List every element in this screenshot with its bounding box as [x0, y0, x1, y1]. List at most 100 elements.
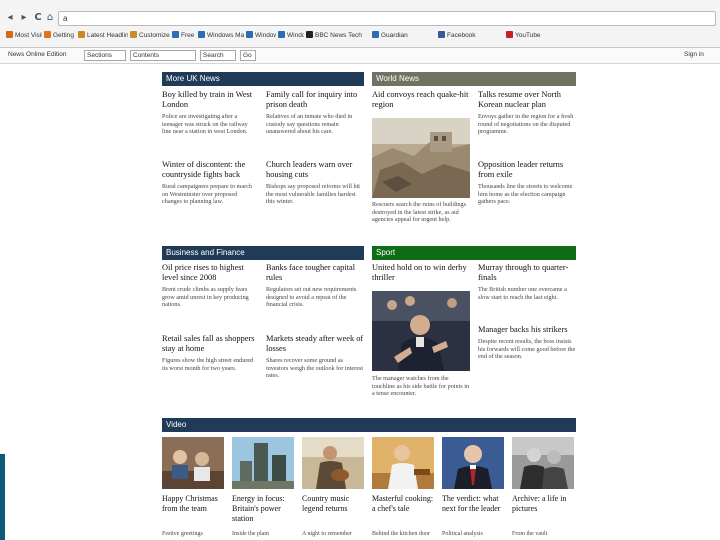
story-summary: Brent crude climbs as supply fears grow …	[162, 286, 249, 309]
bookmark-item[interactable]: Latest Headlines	[78, 30, 128, 42]
bookmark-item[interactable]: Windows	[278, 30, 304, 42]
video-thumbnail[interactable]	[162, 437, 224, 489]
video-header[interactable]: Video	[162, 418, 576, 432]
sport-story-2: Murray through to quarter-finals The Bri…	[478, 263, 576, 301]
video-headline[interactable]: The verdict: what next for the leader	[442, 494, 506, 514]
bookmark-favicon-icon	[6, 31, 13, 38]
bookmark-item[interactable]: Windows Marketplace	[198, 30, 244, 42]
world-photo-caption: Rescuers search the ruins of buildings d…	[372, 201, 466, 224]
bookmark-favicon-icon	[278, 31, 285, 38]
reload-icon[interactable]: C	[32, 11, 44, 25]
story-headline[interactable]: Opposition leader returns from exile	[478, 160, 576, 180]
bookmark-item[interactable]: Guardian	[372, 30, 436, 42]
story-headline[interactable]: Oil price rises to highest level since 2…	[162, 263, 258, 283]
world-news-header[interactable]: World News	[372, 72, 576, 86]
navigation-bar: ◂ ▸ C ⌂ a	[0, 10, 720, 28]
back-icon[interactable]: ◂	[4, 11, 16, 25]
video-subtitle: Political analysis	[442, 531, 483, 537]
sport-header[interactable]: Sport	[372, 246, 576, 260]
bookmark-item[interactable]: BBC News Tech	[306, 30, 370, 42]
video-headline[interactable]: Energy in focus: Britain's power station	[232, 494, 296, 523]
story-headline[interactable]: Boy killed by train in West London	[162, 90, 258, 110]
bookmark-favicon-icon	[506, 31, 513, 38]
bookmark-item[interactable]: Getting Started	[44, 30, 76, 42]
bookmark-label: Customize Links	[139, 32, 170, 39]
story-headline[interactable]: Retail sales fall as shoppers stay at ho…	[162, 334, 258, 354]
bookmark-favicon-icon	[130, 31, 137, 38]
story-headline[interactable]: Family call for inquiry into prison deat…	[266, 90, 364, 110]
address-bar[interactable]: a	[58, 11, 716, 26]
bookmark-label: Windows Media	[255, 32, 276, 39]
bookmark-favicon-icon	[198, 31, 205, 38]
world-story-3: Opposition leader returns from exile Tho…	[478, 160, 576, 206]
bookmark-favicon-icon	[172, 31, 179, 38]
bookmark-label: Guardian	[381, 32, 408, 39]
go-button[interactable]: Go	[240, 50, 256, 61]
edition-label[interactable]: News Online Edition	[8, 50, 80, 61]
world-story-2: Talks resume over North Korean nuclear p…	[478, 90, 576, 136]
bookmark-label: Windows	[287, 32, 304, 39]
bookmark-label: Free Hotmail	[181, 32, 196, 39]
story-summary: Figures show the high street endured its…	[162, 357, 254, 372]
video-thumbnail[interactable]	[442, 437, 504, 489]
story-headline[interactable]: Manager backs his strikers	[478, 325, 576, 335]
story-summary: Relatives of an inmate who died in custo…	[266, 113, 353, 136]
bookmark-label: Most Visited	[15, 32, 42, 39]
video-subtitle: Behind the kitchen door	[372, 531, 430, 537]
story-summary: Rural campaigners prepare to march on We…	[162, 183, 253, 206]
business-story-4: Markets steady after week of losses Shar…	[266, 334, 364, 380]
bookmark-item[interactable]: Facebook	[438, 30, 504, 42]
rubble-photo[interactable]	[372, 118, 470, 198]
video-headline[interactable]: Archive: a life in pictures	[512, 494, 576, 514]
browser-chrome: ◂ ▸ C ⌂ a Most Visited Getting Started Lat…	[0, 0, 720, 48]
bookmark-item[interactable]: Most Visited	[6, 30, 42, 42]
bookmark-favicon-icon	[438, 31, 445, 38]
home-icon[interactable]: ⌂	[44, 11, 56, 25]
bookmark-label: BBC News Tech	[315, 32, 362, 39]
story-headline[interactable]: United hold on to win derby thriller	[372, 263, 472, 283]
video-subtitle: From the vault	[512, 531, 548, 537]
uk-story-3: Winter of discontent: the countryside fi…	[162, 160, 258, 206]
video-thumbnail[interactable]	[372, 437, 434, 489]
story-headline[interactable]: Banks face tougher capital rules	[266, 263, 364, 283]
video-thumbnail[interactable]	[302, 437, 364, 489]
bookmark-item[interactable]: YouTube	[506, 30, 572, 42]
bookmark-favicon-icon	[78, 31, 85, 38]
sport-photo-caption: The manager watches from the touchline a…	[372, 375, 470, 398]
forward-icon[interactable]: ▸	[18, 11, 30, 25]
bookmark-label: Getting Started	[53, 32, 76, 39]
video-thumbnail[interactable]	[512, 437, 574, 489]
uk-news-section: More UK News	[162, 72, 364, 86]
bookmark-item[interactable]: Free Hotmail	[172, 30, 196, 42]
story-summary: Thousands line the streets to welcome hi…	[478, 183, 573, 206]
search-input[interactable]: Search	[200, 50, 236, 61]
bookmark-item[interactable]: Windows Media	[246, 30, 276, 42]
bookmark-item[interactable]: Customize Links	[130, 30, 170, 42]
story-headline[interactable]: Talks resume over North Korean nuclear p…	[478, 90, 576, 110]
manager-photo[interactable]	[372, 291, 470, 371]
story-headline[interactable]: Markets steady after week of losses	[266, 334, 364, 354]
uk-news-header[interactable]: More UK News	[162, 72, 364, 86]
bookmark-favicon-icon	[246, 31, 253, 38]
story-headline[interactable]: Church leaders warn over housing cuts	[266, 160, 364, 180]
story-summary: Police are investigating after a teenage…	[162, 113, 248, 136]
story-summary: Bishops say proposed reforms will hit th…	[266, 183, 361, 206]
business-section: Business and Finance	[162, 246, 364, 260]
video-headline[interactable]: Country music legend returns	[302, 494, 366, 514]
video-headline[interactable]: Masterful cooking: a chef's tale	[372, 494, 436, 514]
story-headline[interactable]: Winter of discontent: the countryside fi…	[162, 160, 258, 180]
story-summary: Shares recover some ground as investors …	[266, 357, 364, 380]
page-toolbar: News Online Edition Sections Contents Se…	[0, 48, 720, 64]
bookmark-label: Facebook	[447, 32, 476, 39]
sections-menu[interactable]: Sections	[84, 50, 126, 61]
sign-in-link[interactable]: Sign in	[684, 50, 716, 61]
bookmark-label: Windows Marketplace	[207, 32, 244, 39]
business-header[interactable]: Business and Finance	[162, 246, 364, 260]
video-headline[interactable]: Happy Christmas from the team	[162, 494, 226, 514]
bookmark-label: Latest Headlines	[87, 32, 128, 39]
contents-menu[interactable]: Contents	[130, 50, 196, 61]
story-headline[interactable]: Aid convoys reach quake-hit region	[372, 90, 472, 110]
video-thumbnail[interactable]	[232, 437, 294, 489]
bookmark-favicon-icon	[44, 31, 51, 38]
story-headline[interactable]: Murray through to quarter-finals	[478, 263, 576, 283]
